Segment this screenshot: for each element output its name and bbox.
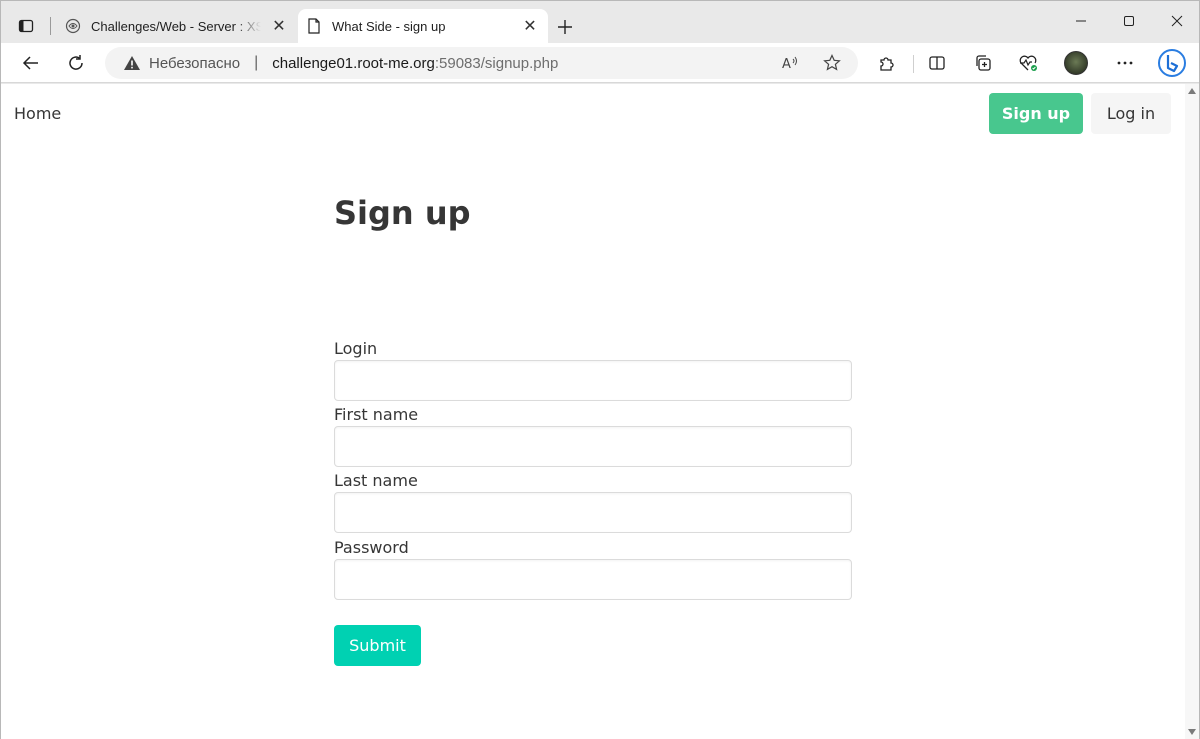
- profile-avatar[interactable]: [1064, 51, 1088, 75]
- password-label: Password: [334, 538, 409, 557]
- close-icon: [1171, 15, 1183, 27]
- maximize-icon: [1124, 16, 1134, 26]
- extensions-button[interactable]: [871, 47, 903, 79]
- close-tab-icon[interactable]: ✕: [520, 16, 540, 36]
- tab-title: What Side - sign up: [332, 18, 446, 34]
- last-name-input[interactable]: [334, 492, 852, 533]
- refresh-icon: [69, 55, 83, 70]
- url-path: :59083/signup.php: [434, 54, 559, 72]
- login-label: Login: [334, 339, 378, 358]
- scroll-up-icon[interactable]: [1188, 88, 1196, 94]
- nav-home-link[interactable]: Home: [14, 104, 61, 123]
- address-divider: |: [254, 54, 259, 71]
- close-tab-icon[interactable]: ✕: [269, 16, 289, 36]
- address-bar[interactable]: Небезопасно | challenge01.root-me.org:59…: [105, 47, 858, 79]
- tab-actions-button[interactable]: [9, 9, 43, 43]
- close-window-button[interactable]: [1154, 5, 1200, 37]
- first-name-label: First name: [334, 405, 419, 424]
- scroll-down-icon[interactable]: [1188, 729, 1196, 735]
- minimize-icon: [1076, 20, 1086, 22]
- root-me-icon: [65, 18, 81, 34]
- arrow-left-icon: [22, 56, 38, 70]
- split-screen-icon: [929, 56, 945, 70]
- heartbeat-icon: [1019, 55, 1037, 71]
- password-input[interactable]: [334, 559, 852, 600]
- browser-essentials-button[interactable]: [1012, 47, 1044, 79]
- vertical-scrollbar[interactable]: [1185, 84, 1199, 739]
- collections-icon: [976, 55, 991, 71]
- back-button[interactable]: [15, 47, 47, 79]
- refresh-button[interactable]: [60, 47, 92, 79]
- page-title: Sign up: [334, 194, 471, 232]
- more-dots-icon: [1117, 61, 1133, 65]
- tab-root-me[interactable]: Challenges/Web - Server : XSS - Stored -…: [57, 9, 297, 43]
- url-host: challenge01.root-me.org: [272, 54, 435, 72]
- maximize-button[interactable]: [1106, 5, 1152, 37]
- browser-toolbar: Небезопасно | challenge01.root-me.org:59…: [1, 43, 1199, 83]
- toolbar-divider: [913, 55, 914, 73]
- last-name-label: Last name: [334, 471, 418, 490]
- tab-separator: [50, 17, 51, 35]
- tab-what-side[interactable]: What Side - sign up ✕: [298, 9, 548, 43]
- submit-button[interactable]: Submit: [334, 625, 421, 666]
- collections-button[interactable]: [967, 47, 999, 79]
- nav-signup-button[interactable]: Sign up: [989, 93, 1083, 134]
- new-tab-button[interactable]: [551, 13, 579, 41]
- bing-copilot-button[interactable]: [1156, 47, 1188, 79]
- tab-strip: Challenges/Web - Server : XSS - Stored -…: [1, 1, 1199, 43]
- settings-menu-button[interactable]: [1109, 47, 1141, 79]
- plus-icon: [558, 20, 572, 34]
- split-screen-button[interactable]: [921, 47, 953, 79]
- first-name-input[interactable]: [334, 426, 852, 467]
- page-viewport: Home Sign up Log in Sign up Login First …: [1, 84, 1185, 739]
- page-icon: [306, 18, 322, 34]
- puzzle-icon: [880, 57, 894, 71]
- tab-title: Challenges/Web - Server : XSS - Stored -…: [91, 18, 261, 34]
- nav-login-button[interactable]: Log in: [1091, 93, 1171, 134]
- tab-actions-icon: [18, 19, 34, 33]
- read-aloud-icon[interactable]: A: [779, 51, 803, 75]
- login-input[interactable]: [334, 360, 852, 401]
- warning-icon[interactable]: [123, 54, 141, 72]
- security-status[interactable]: Небезопасно: [149, 55, 240, 72]
- bing-icon: [1158, 49, 1186, 77]
- favorite-star-icon[interactable]: [820, 51, 844, 75]
- browser-window: Challenges/Web - Server : XSS - Stored -…: [0, 0, 1200, 739]
- svg-text:A: A: [782, 57, 791, 71]
- minimize-button[interactable]: [1058, 5, 1104, 37]
